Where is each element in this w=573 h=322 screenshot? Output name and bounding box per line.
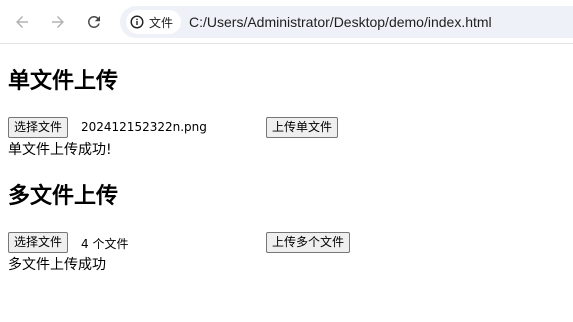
upload-single-file-button[interactable]: 上传单文件 [266,117,339,138]
multi-upload-result: 多文件上传成功 [8,257,106,273]
reload-button[interactable] [80,8,108,36]
multi-selected-file-count: 4 个文件 [81,237,129,251]
site-info-chip[interactable]: 文件 [126,10,182,34]
arrow-left-icon [16,16,28,28]
info-icon [130,15,144,29]
upload-multiple-files-button[interactable]: 上传多个文件 [266,232,351,253]
multi-upload-heading: 多文件上传 [8,184,119,209]
browser-toolbar: 文件 C:/Users/Administrator/Desktop/demo/i… [0,0,573,44]
single-upload-heading: 单文件上传 [8,69,119,94]
forward-button[interactable] [44,8,72,36]
arrow-right-icon [52,16,64,28]
url-text[interactable]: C:/Users/Administrator/Desktop/demo/inde… [189,14,492,30]
single-choose-file-button[interactable]: 选择文件 [8,117,69,138]
single-upload-result: 单文件上传成功! [8,142,112,158]
address-bar[interactable]: 文件 C:/Users/Administrator/Desktop/demo/i… [120,6,573,38]
reload-icon [88,15,100,28]
single-selected-file-name: 202412152322n.png [81,120,207,134]
back-button[interactable] [8,8,36,36]
multi-choose-file-button[interactable]: 选择文件 [8,232,69,253]
site-info-label: 文件 [149,15,174,30]
